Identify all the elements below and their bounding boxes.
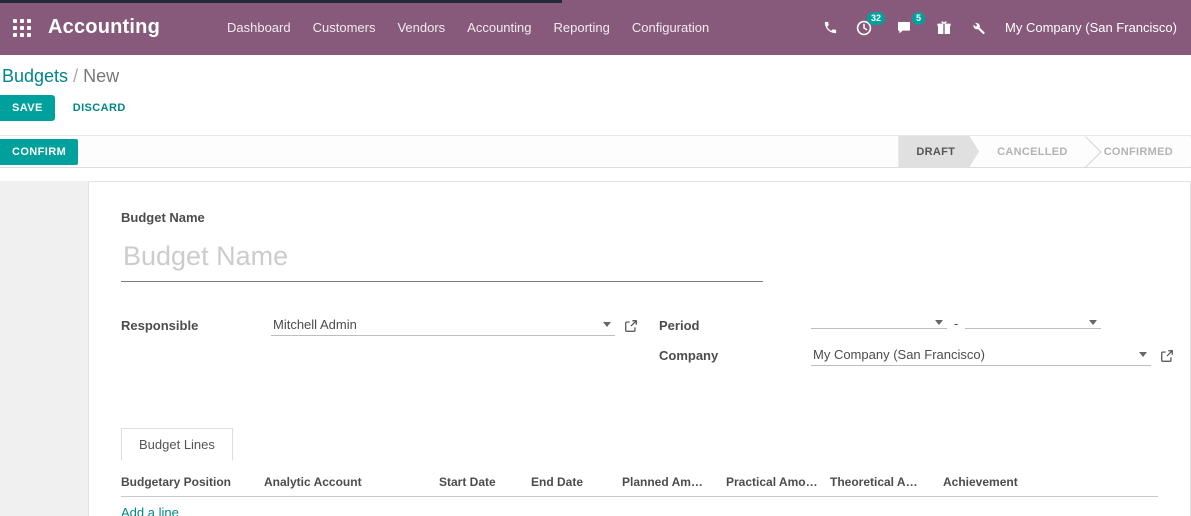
col-theoretical-amount: Theoretical A… — [830, 475, 918, 489]
form-group-right: Period - Company My Company (San Francis… — [659, 316, 1174, 379]
add-a-line-link[interactable]: Add a line — [121, 505, 179, 516]
content-area: Budget Name Responsible Mitchell Admin — [0, 181, 1191, 516]
nav-item-accounting[interactable]: Accounting — [456, 11, 542, 44]
table-header-row: Budgetary Position Analytic Account Star… — [121, 467, 1158, 497]
form-sheet: Budget Name Responsible Mitchell Admin — [88, 181, 1191, 516]
budget-name-input[interactable] — [121, 239, 763, 282]
navbar-systray: 32 5 My Company (San Francisco) — [814, 11, 1177, 42]
company-switcher[interactable]: My Company (San Francisco) — [1005, 20, 1177, 35]
col-budgetary-position: Budgetary Position — [121, 475, 232, 489]
confirm-button[interactable]: CONFIRM — [0, 138, 79, 165]
status-step-draft[interactable]: DRAFT — [898, 136, 979, 168]
breadcrumb-current: New — [83, 66, 120, 86]
notebook: Budget Lines — [121, 427, 1158, 461]
period-field[interactable]: - — [811, 316, 1102, 331]
edit-actions: SAVE DISCARD — [0, 91, 1191, 135]
responsible-value[interactable]: Mitchell Admin — [273, 317, 357, 332]
main-menu: Dashboard Customers Vendors Accounting R… — [216, 11, 720, 44]
activities-clock-icon[interactable]: 32 — [847, 11, 886, 42]
budget-lines-table: Budgetary Position Analytic Account Star… — [121, 467, 1158, 516]
company-label: Company — [659, 348, 719, 363]
responsible-field[interactable]: Mitchell Admin — [271, 316, 638, 336]
messages-chat-icon[interactable]: 5 — [887, 11, 926, 42]
col-start-date: Start Date — [439, 475, 496, 489]
table-add-row: Add a line — [121, 497, 1158, 516]
nav-item-customers[interactable]: Customers — [302, 11, 387, 44]
apps-grid-icon — [13, 18, 31, 37]
form-field-groups: Responsible Mitchell Admin Period - Comp… — [121, 316, 1173, 379]
dropdown-caret-icon[interactable] — [935, 319, 943, 325]
dropdown-caret-icon[interactable] — [603, 322, 611, 327]
budget-name-label: Budget Name — [121, 210, 205, 225]
activities-badge: 32 — [867, 11, 886, 25]
responsible-label: Responsible — [121, 318, 199, 333]
col-end-date: End Date — [531, 475, 584, 489]
period-label: Period — [659, 318, 700, 333]
responsible-external-link-icon[interactable] — [624, 319, 638, 333]
top-navbar: Accounting Dashboard Customers Vendors A… — [0, 0, 1191, 55]
tools-wrench-icon[interactable] — [961, 14, 995, 42]
tab-budget-lines[interactable]: Budget Lines — [121, 428, 233, 461]
company-value[interactable]: My Company (San Francisco) — [813, 347, 985, 362]
period-to-field[interactable] — [965, 319, 1102, 329]
window-edge-artifact — [0, 0, 562, 3]
col-analytic-account: Analytic Account — [264, 475, 362, 489]
col-practical-amount: Practical Amo… — [726, 475, 818, 489]
app-title[interactable]: Accounting — [48, 16, 160, 39]
control-panel: Budgets / New — [0, 55, 1191, 91]
dropdown-caret-icon[interactable] — [1089, 319, 1098, 325]
company-field[interactable]: My Company (San Francisco) — [811, 346, 1174, 366]
form-statusbar: CONFIRM DRAFT CANCELLED CONFIRMED — [0, 135, 1191, 168]
breadcrumb-separator: / — [73, 66, 79, 86]
save-button[interactable]: SAVE — [0, 95, 55, 121]
discard-button[interactable]: DISCARD — [73, 102, 126, 114]
status-pipeline: DRAFT CANCELLED CONFIRMED — [898, 136, 1191, 168]
phone-icon[interactable] — [814, 14, 847, 41]
nav-item-configuration[interactable]: Configuration — [621, 11, 720, 44]
breadcrumb: Budgets / New — [2, 66, 1175, 87]
col-planned-amount: Planned Am… — [622, 475, 703, 489]
period-separator: - — [954, 316, 959, 331]
col-achievement: Achievement — [943, 475, 1018, 489]
breadcrumb-budgets-link[interactable]: Budgets — [2, 66, 68, 86]
dropdown-caret-icon[interactable] — [1139, 352, 1147, 357]
apps-menu-button[interactable] — [0, 0, 44, 55]
gift-icon[interactable] — [927, 14, 961, 42]
company-external-link-icon[interactable] — [1160, 349, 1174, 363]
nav-item-vendors[interactable]: Vendors — [386, 11, 456, 44]
form-group-left: Responsible Mitchell Admin — [121, 316, 659, 379]
nav-item-reporting[interactable]: Reporting — [543, 11, 621, 44]
period-from-field[interactable] — [811, 319, 947, 329]
nav-item-dashboard[interactable]: Dashboard — [216, 11, 302, 44]
messages-badge: 5 — [912, 11, 926, 25]
